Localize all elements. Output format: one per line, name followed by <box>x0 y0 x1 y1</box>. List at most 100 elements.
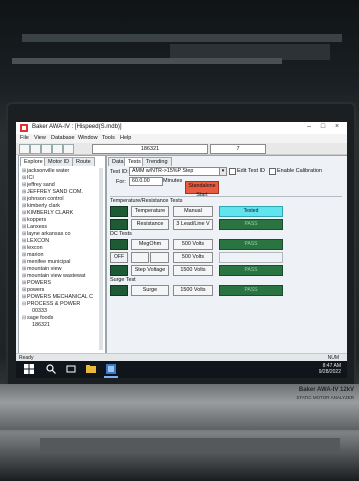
explorer-panel: Explore Motor ID Route ⊞jacksonville wat… <box>18 155 106 354</box>
search-icon[interactable] <box>46 364 56 374</box>
tree-view: ⊞jacksonville water ⊞ICI ⊞jeffrey sand ⊞… <box>22 168 102 348</box>
menu-window[interactable]: Window <box>78 135 98 141</box>
close-button[interactable]: × <box>331 123 343 130</box>
tree-item[interactable]: ⊞POWERS <box>22 280 51 287</box>
title-bar: Baker AWA-IV : [Hispeed(S.mdb)] – □ × <box>16 122 347 134</box>
tree-item[interactable]: ⊞POWERS MECHANICAL C <box>22 294 93 301</box>
tab-motor-id[interactable]: Motor ID <box>44 157 74 166</box>
report-icon[interactable] <box>52 144 63 154</box>
surge-button[interactable]: Surge <box>131 285 169 296</box>
duration-field[interactable]: 60.0.00 <box>129 177 163 186</box>
megohm-button[interactable]: MegOhm <box>131 239 169 250</box>
save-icon[interactable] <box>30 144 41 154</box>
resistance-button[interactable]: Resistance <box>131 219 169 230</box>
tree-item[interactable]: 186321 <box>32 322 50 329</box>
tab-trending[interactable]: Trending <box>142 157 172 166</box>
temperature-enable-toggle[interactable] <box>110 206 128 217</box>
tree-item[interactable]: ⊞LEXCON <box>22 238 49 245</box>
manual-button[interactable]: Manual <box>173 206 213 217</box>
menu-view[interactable]: View <box>34 135 46 141</box>
temperature-status: Tested <box>219 206 283 217</box>
tree-item[interactable]: ⊞jeffrey sand <box>22 182 55 189</box>
test-id-label: Test ID: <box>110 169 129 175</box>
windows-start-icon[interactable] <box>24 364 34 374</box>
minimize-button[interactable]: – <box>303 123 315 130</box>
window-controls: – □ × <box>303 123 343 130</box>
maximize-button[interactable]: □ <box>317 123 329 130</box>
pi-enable-toggle[interactable]: OFF <box>110 252 128 263</box>
open-icon[interactable] <box>19 144 30 154</box>
tree-scrollbar[interactable] <box>99 168 103 350</box>
menu-help[interactable]: Help <box>120 135 131 141</box>
step-voltage-value[interactable]: 1500 Volts <box>173 265 213 276</box>
screen: Baker AWA-IV : [Hispeed(S.mdb)] – □ × Fi… <box>16 122 347 378</box>
step-voltage-status: PASS <box>219 265 283 276</box>
window-title: Baker AWA-IV : [Hispeed(S.mdb)] <box>32 124 122 130</box>
tree-item[interactable]: ⊞Lanxess <box>22 224 47 231</box>
app-icon <box>20 124 28 132</box>
tree-item[interactable]: ⊞ICI <box>22 175 34 182</box>
section-temperature-resistance: Temperature/Resistance Tests <box>110 198 183 204</box>
step-voltage-enable-toggle[interactable] <box>110 265 128 276</box>
help-icon[interactable] <box>63 144 74 154</box>
pi-voltage[interactable]: 500 Volts <box>173 252 213 263</box>
divider <box>110 196 342 197</box>
pi-status <box>219 252 283 263</box>
baker-app-taskbar-icon[interactable] <box>106 364 116 374</box>
brand-model: STATIC MOTOR ANALYZER <box>296 395 354 400</box>
surge-enable-toggle[interactable] <box>110 285 128 296</box>
background-rack <box>22 34 342 42</box>
edit-test-id-label: Edit Test ID <box>237 168 266 174</box>
edit-test-id-checkbox[interactable] <box>229 168 236 175</box>
menu-file[interactable]: File <box>20 135 29 141</box>
tree-item[interactable]: ⊞johnson control <box>22 196 64 203</box>
surge-voltage[interactable]: 1500 Volts <box>173 285 213 296</box>
standalone-start-button[interactable]: Standalone Start <box>185 181 219 198</box>
tree-item[interactable]: ⊞powers <box>22 287 44 294</box>
tree-item[interactable]: ⊞koppers <box>22 217 46 224</box>
tree-item[interactable]: ⊟PROCESS & POWER <box>22 301 80 308</box>
test-number-field[interactable]: 7 <box>210 144 266 154</box>
tab-explore[interactable]: Explore <box>20 157 47 166</box>
surge-status: PASS <box>219 285 283 296</box>
tree-item[interactable]: ⊞lexcon <box>22 245 43 252</box>
minutes-label: Minutes <box>163 178 183 184</box>
test-id-select[interactable]: AMM w/NTR->15%P Step <box>129 167 223 176</box>
tree-item[interactable]: ⊞mountain view <box>22 266 61 273</box>
tree-item[interactable]: ⊞mountain view wastewat <box>22 273 85 280</box>
motor-id-field[interactable]: 186321 <box>92 144 208 154</box>
menu-bar: File View Database Window Tools Help <box>16 134 347 143</box>
tab-route[interactable]: Route <box>72 157 95 166</box>
taskbar: 8:47 AM 9/28/2022 <box>16 361 347 378</box>
enable-calibration-checkbox[interactable] <box>269 168 276 175</box>
tree-item[interactable]: ⊞layne arkansas co <box>22 231 70 238</box>
menu-database[interactable]: Database <box>51 135 75 141</box>
tree-item[interactable]: ⊞JEFFREY SAND COM. <box>22 189 83 196</box>
tree-item[interactable]: ⊞kimberly clark <box>22 203 60 210</box>
brand-plate: Baker AWA-IV 12kV STATIC MOTOR ANALYZER <box>266 386 354 410</box>
chevron-down-icon[interactable]: ▾ <box>219 167 227 176</box>
taskbar-clock[interactable]: 8:47 AM 9/28/2022 <box>319 363 341 375</box>
tree-item[interactable]: ⊞jacksonville water <box>22 168 69 175</box>
file-explorer-icon[interactable] <box>86 364 96 374</box>
tree-item[interactable]: ⊞KIMBERLY CLARK <box>22 210 73 217</box>
megohm-voltage[interactable]: 500 Volts <box>173 239 213 250</box>
tree-item[interactable]: ⊟sage foods <box>22 315 53 322</box>
temperature-button[interactable]: Temperature <box>131 206 169 217</box>
print-icon[interactable] <box>41 144 52 154</box>
tree-item[interactable]: ⊞marion <box>22 252 43 259</box>
resistance-status: PASS <box>219 219 283 230</box>
brand-name: Baker AWA-IV 12kV <box>298 387 354 393</box>
tree-item[interactable]: 00333 <box>32 308 47 315</box>
section-surge-test: Surge Test <box>110 277 136 283</box>
tree-item[interactable]: ⊞menifee municipal <box>22 259 70 266</box>
pi-button[interactable] <box>131 252 149 263</box>
task-view-icon[interactable] <box>66 364 76 374</box>
step-voltage-button[interactable]: Step Voltage <box>131 265 169 276</box>
resistance-enable-toggle[interactable] <box>110 219 128 230</box>
menu-tools[interactable]: Tools <box>102 135 115 141</box>
tests-panel: Data Tests Trending Test ID: AMM w/NTR->… <box>106 155 347 354</box>
megohm-enable-toggle[interactable] <box>110 239 128 250</box>
da-button[interactable] <box>150 252 169 263</box>
3-lead-line-button[interactable]: 3 Lead/Line V <box>173 219 213 230</box>
